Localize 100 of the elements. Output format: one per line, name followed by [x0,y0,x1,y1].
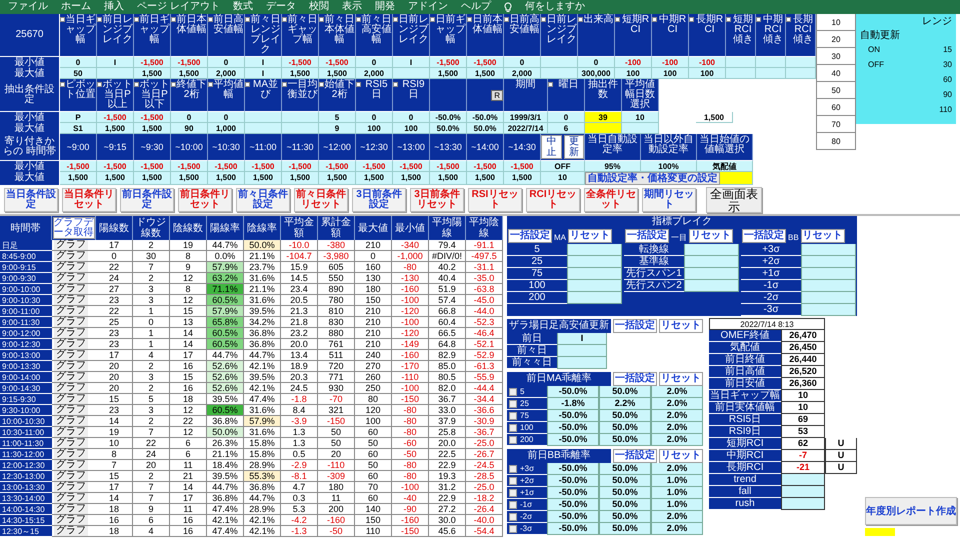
checkbox[interactable] [393,17,398,22]
checkbox[interactable] [509,436,517,444]
checkbox[interactable] [509,424,517,432]
graph-button[interactable]: グラフ [54,361,88,371]
graph-button[interactable]: グラフ [54,416,88,426]
menu-item[interactable]: ファイル [8,1,48,13]
checkbox[interactable] [541,17,546,22]
small-button[interactable]: 更新 [564,135,584,159]
checkbox[interactable] [509,476,517,484]
action-button[interactable]: 当日条件設定 [4,188,58,212]
checkbox[interactable] [509,412,517,420]
graph-button[interactable]: グラフ [54,262,88,272]
checkbox[interactable] [509,512,517,520]
checkbox[interactable] [171,82,176,87]
graph-button[interactable]: グラフ [54,438,88,448]
r-button[interactable]: R [491,90,503,100]
graph-button[interactable]: グラフ [54,372,88,382]
action-button[interactable]: 全条件リセット [584,188,638,212]
bulk-set-button[interactable]: 一括設定 [613,318,657,332]
action-button[interactable]: 前日条件リセット [178,188,232,212]
lightbulb-icon[interactable] [504,2,512,12]
checkbox[interactable] [509,388,517,396]
checkbox[interactable] [615,17,620,22]
checkbox[interactable] [509,500,517,508]
graph-button[interactable]: グラフ [54,295,88,305]
bulk-set-button[interactable]: 一括設定 [613,372,657,386]
graph-button[interactable]: グラフ [54,284,88,294]
checkbox[interactable] [134,17,139,22]
graph-button[interactable]: グラフ [54,405,88,415]
menu-item[interactable]: ページ レイアウト [137,1,220,13]
graph-button[interactable]: グラフ [54,306,88,316]
graph-button[interactable]: グラフ [54,493,88,503]
graph-button[interactable]: グラフ [54,460,88,470]
checkbox[interactable] [60,82,65,87]
graph-data-button[interactable]: グラフデータ取得 [52,217,94,239]
reset-button[interactable]: リセット [568,229,612,243]
menu-item[interactable]: データ [266,1,296,13]
checkbox[interactable] [652,17,657,22]
bulk-set-button[interactable]: 一括設定 [742,229,786,243]
checkbox[interactable] [756,17,761,22]
checkbox[interactable] [430,17,435,22]
checkbox[interactable] [509,464,517,472]
checkbox[interactable] [504,17,509,22]
action-button[interactable]: 前々日条件リセット [294,188,348,212]
action-button[interactable]: 前日条件設定 [120,188,174,212]
bulk-set-button[interactable]: 一括設定 [625,229,669,243]
checkbox[interactable] [319,17,324,22]
checkbox[interactable] [689,17,694,22]
reset-button[interactable]: リセット [689,229,733,243]
checkbox[interactable] [786,17,791,22]
checkbox[interactable] [509,524,517,532]
menu-item[interactable]: 挿入 [104,1,124,13]
graph-button[interactable]: グラフ [54,504,88,514]
search-hint[interactable]: 何をしますか [524,1,585,13]
checkbox[interactable] [356,17,361,22]
action-button[interactable]: 当日条件リセット [62,188,116,212]
graph-button[interactable]: グラフ [54,251,88,261]
checkbox[interactable] [548,82,553,87]
graph-button[interactable]: グラフ [54,240,88,250]
checkbox[interactable] [726,17,731,22]
reset-button[interactable]: リセット [800,229,845,243]
graph-button[interactable]: グラフ [54,471,88,481]
menu-item[interactable]: アドイン [408,1,448,13]
action-button[interactable]: 3日前条件リセット [410,188,464,212]
action-button[interactable]: RSIリセット [468,188,522,212]
checkbox[interactable] [245,82,250,87]
checkbox[interactable] [171,17,176,22]
fullscreen-button[interactable]: 全画面表示 [706,187,762,213]
graph-button[interactable]: グラフ [54,350,88,360]
reset-button[interactable]: リセット [659,448,703,462]
checkbox[interactable] [134,82,139,87]
bulk-set-button[interactable]: 一括設定 [613,448,657,462]
graph-button[interactable]: グラフ [54,449,88,459]
graph-button[interactable]: グラフ [54,339,88,349]
graph-button[interactable]: グラフ [54,427,88,437]
graph-button[interactable]: グラフ [54,328,88,338]
action-button[interactable]: 3日前条件設定 [352,188,406,212]
small-button[interactable]: 中止 [541,135,562,159]
checkbox[interactable] [245,17,250,22]
graph-button[interactable]: グラフ [54,394,88,404]
checkbox[interactable] [356,82,361,87]
action-button[interactable]: 前々日条件設定 [236,188,290,212]
checkbox[interactable] [208,82,213,87]
checkbox[interactable] [282,17,287,22]
menu-item[interactable]: ヘルプ [460,1,491,13]
reset-button[interactable]: リセット [659,318,703,332]
action-button[interactable]: RCIリセット [526,188,580,212]
checkbox[interactable] [97,82,102,87]
menu-item[interactable]: ホーム [61,1,91,13]
checkbox[interactable] [282,82,287,87]
checkbox[interactable] [97,17,102,22]
bulk-set-button[interactable]: 一括設定 [508,229,552,243]
menu-item[interactable]: 校閲 [308,1,329,13]
report-button[interactable]: 年度別レポート作成 [865,497,957,525]
checkbox[interactable] [60,17,65,22]
menu-item[interactable]: 開発 [374,1,395,13]
graph-button[interactable]: グラフ [54,383,88,393]
menu-item[interactable]: 数式 [232,1,253,13]
graph-button[interactable]: グラフ [54,515,88,525]
settings-button[interactable]: 自動設定率・価格変更の設定 [585,172,720,185]
